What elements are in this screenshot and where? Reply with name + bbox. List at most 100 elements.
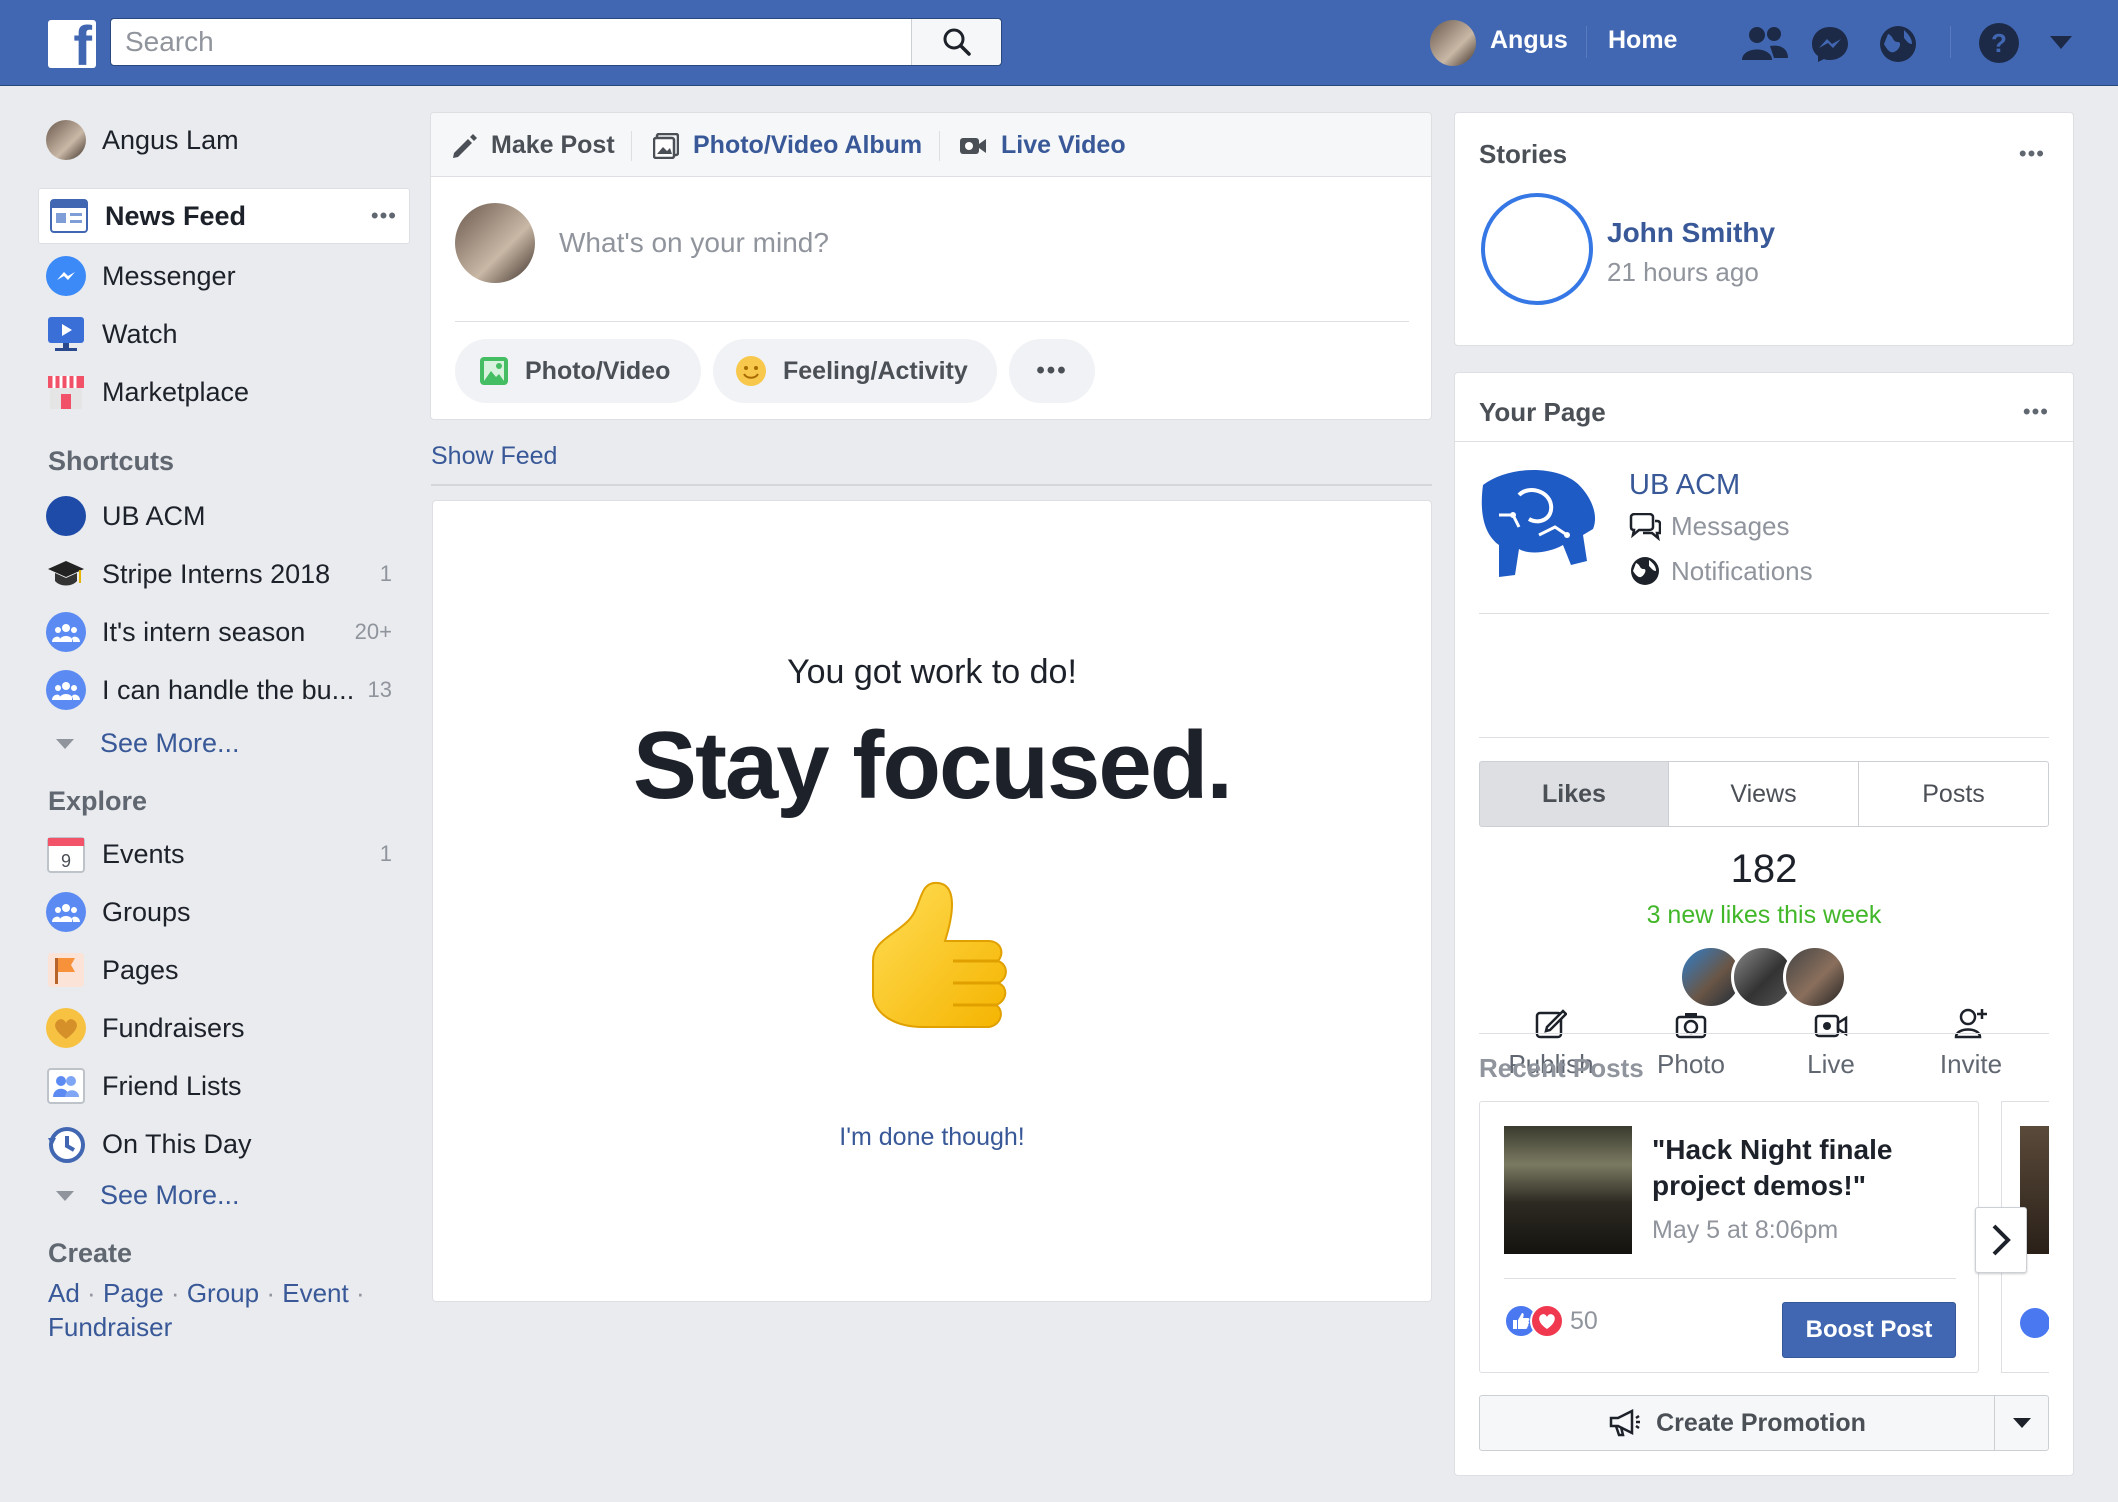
- photo-video-button[interactable]: Photo/Video: [455, 339, 701, 403]
- messages-label: Messages: [1671, 511, 1790, 541]
- your-page-heading: Your Page: [1479, 397, 1606, 427]
- search-input[interactable]: [111, 19, 911, 65]
- shortcut-label: It's intern season: [102, 616, 306, 647]
- sidebar-item-on-this-day[interactable]: On This Day: [36, 1116, 408, 1172]
- tab-photo-video-album[interactable]: Photo/Video Album: [653, 131, 922, 160]
- sidebar-item-events[interactable]: 9 Events 1: [36, 826, 408, 882]
- explore-see-more-link[interactable]: See More...: [56, 1180, 240, 1211]
- create-links: Ad · Page · Group · Event · Fundraiser: [48, 1276, 388, 1344]
- sidebar-item-friend-lists[interactable]: Friend Lists: [36, 1058, 408, 1114]
- sidebar-item-label: Groups: [102, 896, 191, 927]
- watch-icon: [46, 314, 86, 354]
- your-page-more-button[interactable]: •••: [2023, 399, 2049, 425]
- topbar-home-link[interactable]: Home: [1608, 26, 1677, 55]
- create-event-link[interactable]: Event: [282, 1278, 349, 1308]
- sidebar-item-label: Watch: [102, 318, 178, 349]
- sidebar-item-fundraisers[interactable]: Fundraisers: [36, 1000, 408, 1056]
- tab-views[interactable]: Views: [1668, 761, 1859, 827]
- sidebar-item-pages[interactable]: Pages: [36, 942, 408, 998]
- dropdown-arrow-icon[interactable]: [2050, 36, 2072, 50]
- shortcut-item[interactable]: I can handle the bu... 13: [36, 662, 408, 718]
- sidebar-item-messenger[interactable]: Messenger: [36, 248, 408, 304]
- boost-post-button[interactable]: Boost Post: [1782, 1302, 1956, 1358]
- tab-likes[interactable]: Likes: [1479, 761, 1669, 827]
- topbar-user-name[interactable]: Angus: [1490, 26, 1568, 55]
- tab-live-video[interactable]: Live Video: [959, 131, 1126, 160]
- new-likes-note: 3 new likes this week: [1646, 901, 1882, 929]
- ub-acm-group-icon: [46, 496, 86, 536]
- story-author[interactable]: John Smithy: [1607, 217, 1775, 249]
- show-feed-link[interactable]: Show Feed: [431, 442, 557, 471]
- search-button[interactable]: [911, 19, 1001, 65]
- chevron-down-icon: [56, 1190, 74, 1201]
- promotion-dropdown-button[interactable]: [1994, 1395, 2049, 1451]
- page-notifications-link[interactable]: Notifications: [1629, 555, 1813, 587]
- friends-icon[interactable]: [1740, 24, 1790, 64]
- create-ad-link[interactable]: Ad: [48, 1278, 80, 1308]
- create-fundraiser-link[interactable]: Fundraiser: [48, 1312, 172, 1342]
- story-ring[interactable]: [1481, 193, 1593, 305]
- marketplace-icon: [46, 372, 86, 412]
- im-done-link[interactable]: I'm done though!: [433, 1123, 1431, 1152]
- stories-more-button[interactable]: •••: [2019, 141, 2045, 167]
- camera-icon: [1675, 1013, 1707, 1039]
- shortcut-item[interactable]: Stripe Interns 2018 1: [36, 546, 408, 602]
- create-page-link[interactable]: Page: [103, 1278, 164, 1308]
- facebook-logo[interactable]: f: [48, 20, 96, 68]
- profile-avatar: [46, 120, 86, 160]
- messenger-icon[interactable]: [1810, 24, 1850, 64]
- tab-posts[interactable]: Posts: [1858, 761, 2049, 827]
- post-reactions[interactable]: 50: [1504, 1304, 1598, 1338]
- sidebar-item-label: Marketplace: [102, 376, 250, 407]
- globe-icon[interactable]: [1878, 24, 1918, 64]
- thumbs-up-icon: [872, 881, 1007, 1028]
- composer-input[interactable]: What's on your mind?: [559, 227, 829, 259]
- photo-icon: [480, 357, 508, 385]
- shortcut-item[interactable]: UB ACM: [36, 488, 408, 544]
- calendar-icon: 9: [46, 834, 86, 874]
- page-invite-button[interactable]: Invite: [1901, 999, 2041, 1080]
- groups-icon: [46, 892, 86, 932]
- topbar-user-avatar[interactable]: [1430, 20, 1476, 66]
- megaphone-icon: [1609, 1409, 1641, 1437]
- graduation-cap-icon: [46, 554, 86, 594]
- smiley-icon: [736, 356, 766, 386]
- page-name[interactable]: UB ACM: [1629, 469, 1740, 502]
- friend-lists-icon: [46, 1066, 86, 1106]
- group-icon: [46, 670, 86, 710]
- post-title[interactable]: "Hack Night finale project demos!": [1652, 1132, 1962, 1204]
- help-icon[interactable]: ?: [1978, 22, 2020, 64]
- feeling-activity-button[interactable]: Feeling/Activity: [713, 339, 997, 403]
- action-label: Live: [1807, 1049, 1855, 1079]
- create-promotion-button[interactable]: Create Promotion: [1479, 1395, 1995, 1451]
- sidebar-item-label: Friend Lists: [102, 1070, 242, 1101]
- sidebar-item-groups[interactable]: Groups: [36, 884, 408, 940]
- sidebar-item-watch[interactable]: Watch: [36, 306, 408, 362]
- shortcuts-see-more-link[interactable]: See More...: [56, 728, 240, 759]
- video-camera-icon: [960, 137, 986, 154]
- ub-acm-logo[interactable]: [1479, 465, 1603, 589]
- separator-dot: ·: [355, 1278, 365, 1308]
- sidebar-item-marketplace[interactable]: Marketplace: [36, 364, 408, 420]
- shortcut-item[interactable]: It's intern season 20+: [36, 604, 408, 660]
- tab-label: Photo/Video Album: [693, 131, 923, 159]
- liker-avatar[interactable]: [1783, 945, 1847, 1009]
- news-feed-more-button[interactable]: •••: [371, 203, 397, 229]
- reactions-count: 50: [1570, 1306, 1598, 1335]
- on-this-day-icon: [46, 1124, 86, 1164]
- sidebar-item-news-feed[interactable]: News Feed •••: [38, 188, 410, 244]
- sidebar-profile[interactable]: Angus Lam: [36, 112, 408, 168]
- composer-more-button[interactable]: •••: [1009, 339, 1095, 403]
- shortcuts-heading: Shortcuts: [48, 446, 175, 476]
- recent-post-card[interactable]: "Hack Night finale project demos!" May 5…: [1479, 1101, 1979, 1373]
- pages-flag-icon: [46, 950, 86, 990]
- create-group-link[interactable]: Group: [187, 1278, 259, 1308]
- shortcut-label: UB ACM: [102, 500, 206, 531]
- tab-make-post[interactable]: Make Post: [451, 131, 615, 160]
- your-page-card: Your Page ••• UB ACM Messages Notificati…: [1454, 372, 2074, 1476]
- carousel-next-button[interactable]: [1975, 1207, 2027, 1273]
- page-messages-link[interactable]: Messages: [1629, 511, 1790, 542]
- page-live-button[interactable]: Live: [1761, 999, 1901, 1080]
- see-more-label: See More...: [100, 1180, 240, 1210]
- focus-subtitle: You got work to do!: [787, 653, 1077, 691]
